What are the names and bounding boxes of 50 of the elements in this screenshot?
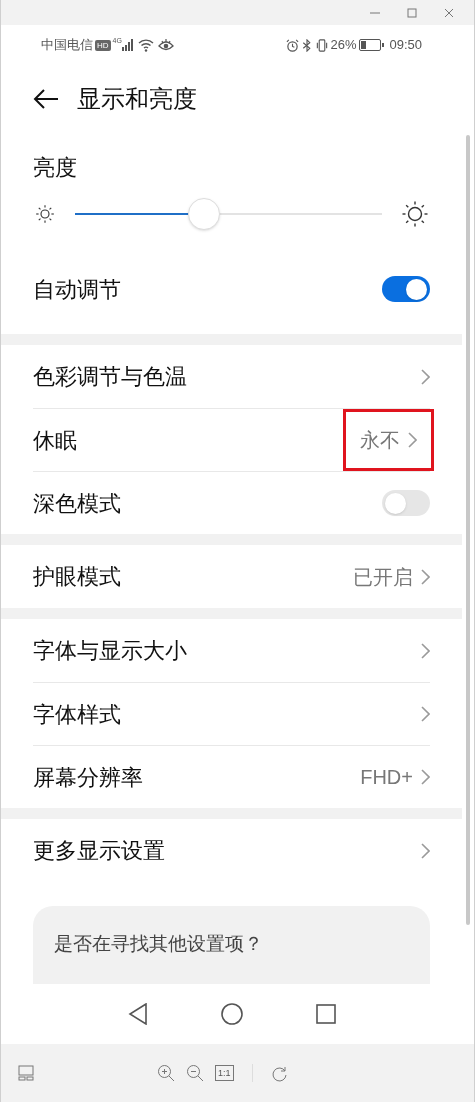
page-title: 显示和亮度 [77, 84, 197, 114]
back-arrow-icon[interactable] [33, 89, 59, 109]
chevron-icon [408, 432, 417, 448]
clock-time: 09:50 [389, 36, 422, 55]
chevron-icon [421, 706, 430, 722]
setting-label[interactable]: 护眼模式 [33, 560, 121, 593]
hd-badge: HD [95, 39, 111, 51]
recents-icon[interactable] [315, 1004, 336, 1024]
wifi-icon [137, 38, 154, 52]
eye-icon [157, 38, 174, 52]
chevron-icon [421, 842, 430, 859]
setting-label: 自动调节 [33, 275, 121, 304]
vibrate-icon [315, 38, 330, 52]
zoom-in-icon[interactable] [157, 1064, 175, 1082]
setting-value: 永不 [360, 428, 400, 453]
carrier-name: 中国电信 [41, 36, 93, 55]
scrollbar[interactable] [466, 135, 470, 925]
battery-icon [359, 39, 386, 51]
close-icon[interactable] [444, 7, 454, 18]
setting-value: 已开启 [353, 564, 413, 590]
actual-size-button[interactable]: 1:1 [215, 1065, 234, 1081]
rotate-icon[interactable] [270, 1064, 288, 1082]
toggle-switch[interactable] [382, 490, 430, 516]
layout-icon[interactable] [18, 1065, 34, 1081]
maximize-icon[interactable] [407, 7, 417, 18]
toggle-switch[interactable] [382, 276, 430, 302]
bluetooth-icon [302, 38, 313, 52]
sun-icon [400, 199, 430, 229]
card-title: 是否在寻找其他设置项？ [54, 932, 264, 956]
chevron-icon [421, 368, 430, 385]
setting-label[interactable]: 更多显示设置 [33, 834, 165, 867]
brightness-label: 亮度 [33, 154, 78, 182]
chevron-icon [421, 769, 430, 785]
slider-thumb[interactable] [187, 198, 220, 230]
back-icon[interactable] [127, 1003, 148, 1025]
alarm-icon [286, 38, 300, 52]
signal-icon [121, 39, 134, 51]
battery-percent: 26% [330, 36, 357, 55]
setting-label[interactable]: 色彩调节与色温 [33, 360, 187, 393]
setting-value: FHD+ [360, 765, 413, 790]
setting-label[interactable]: 深色模式 [33, 486, 121, 520]
zoom-out-icon[interactable] [186, 1064, 204, 1082]
setting-label[interactable]: 休眠 [33, 423, 77, 457]
chevron-icon [421, 568, 430, 585]
setting-label[interactable]: 字体与显示大小 [33, 634, 187, 667]
setting-label[interactable]: 字体样式 [33, 697, 121, 731]
chevron-icon [421, 642, 430, 659]
setting-label[interactable]: 屏幕分辨率 [33, 760, 143, 794]
sun-icon [33, 202, 57, 226]
home-icon[interactable] [220, 1003, 243, 1025]
